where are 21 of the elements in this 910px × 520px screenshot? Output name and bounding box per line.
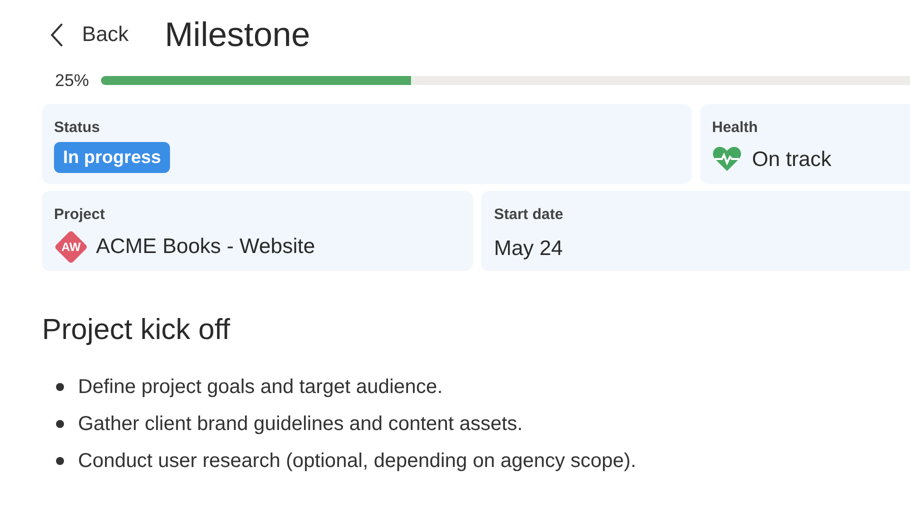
health-value: On track — [752, 146, 832, 172]
project-avatar: AW — [54, 230, 88, 264]
section-heading: Project kick off — [41, 312, 232, 348]
bullet-icon — [56, 382, 64, 390]
back-icon — [50, 22, 64, 48]
list-item: Define project goals and target audience. — [78, 374, 443, 400]
field-label: Status — [54, 118, 101, 138]
start-date-value: May 24 — [494, 236, 564, 262]
bullet-icon — [56, 420, 64, 428]
bullet-icon — [56, 456, 64, 464]
list-item: Gather client brand guidelines and content assets. — [78, 412, 523, 436]
field-label: Health — [712, 118, 759, 138]
heart-pulse-icon — [712, 146, 742, 172]
list-item: Conduct user research (optional, depending on agency scope). — [78, 448, 636, 474]
page-title: Milestone — [164, 14, 310, 56]
field-label: Project — [54, 204, 106, 224]
progress-reading: 25% — [55, 70, 90, 92]
project-name: ACME Books - Website — [96, 234, 316, 260]
status-badge: In progress — [54, 142, 170, 172]
field-label: Start date — [494, 204, 564, 224]
back-button[interactable]: Back — [50, 19, 129, 51]
